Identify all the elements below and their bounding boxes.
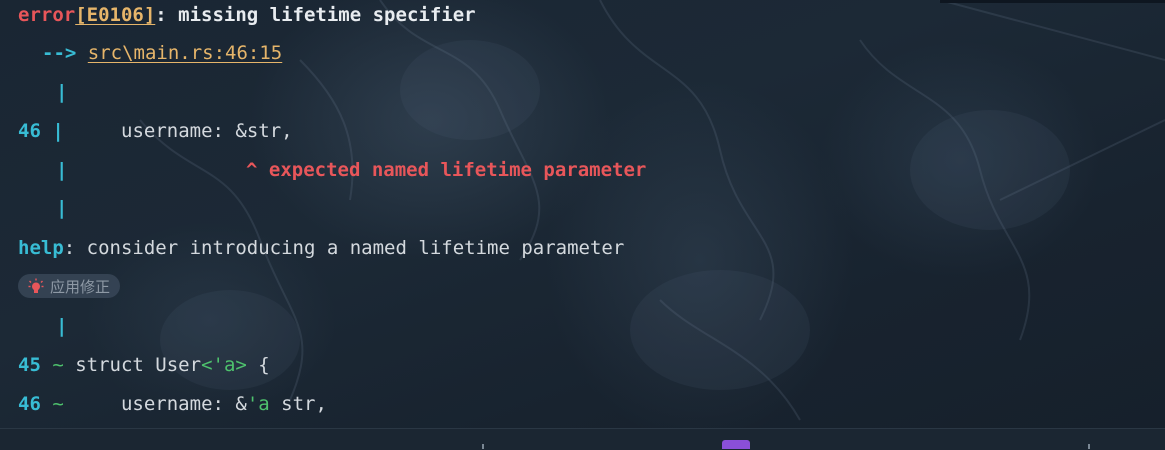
lightbulb-icon: [28, 278, 44, 294]
suggestion-marker: ~: [52, 354, 64, 376]
source-line-number: 46: [18, 120, 41, 142]
error-header: error[E0106]: missing lifetime specifier: [18, 2, 476, 28]
top-edge-shadow: [940, 0, 1165, 15]
pipe-glyph: |: [56, 197, 68, 219]
bottom-tick: [1088, 444, 1090, 449]
error-code-link[interactable]: [E0106]: [75, 4, 155, 26]
suggestion-code: {: [246, 354, 270, 376]
suggestion-highlight: <'a>: [201, 354, 247, 376]
pipe-glyph: |: [52, 120, 64, 142]
apply-fix-label: 应用修正: [50, 277, 111, 296]
pipe-glyph: |: [56, 159, 68, 181]
help-message: : consider introducing a named lifetime …: [63, 237, 625, 259]
pipe-glyph: |: [56, 81, 68, 103]
suggestion-marker: ~: [52, 393, 64, 415]
suggestion-line-number: 45: [18, 354, 41, 376]
bottom-tick: [482, 444, 484, 449]
gutter-pipe: |: [56, 313, 67, 339]
error-message: : missing lifetime specifier: [155, 4, 476, 26]
caret-line: |: [56, 157, 67, 183]
suggestion-code: str,: [269, 393, 327, 415]
help-label: help: [18, 237, 64, 259]
suggestion-code: username: &: [63, 393, 247, 415]
background-artwork: [0, 0, 1165, 449]
location-arrow: -->: [42, 42, 77, 64]
error-severity: error: [18, 4, 76, 26]
pipe-glyph: |: [56, 315, 68, 337]
gutter-pipe: |: [56, 195, 67, 221]
location-line: --> src\main.rs:46:15: [42, 40, 282, 66]
bottom-panel-edge: [0, 428, 1165, 450]
source-location-link[interactable]: src\main.rs:46:15: [88, 42, 282, 64]
source-line: 46 | username: &str,: [18, 118, 293, 144]
caret-message: ^ expected named lifetime parameter: [246, 159, 647, 181]
suggestion-line-number: 46: [18, 393, 41, 415]
apply-fix-button[interactable]: 应用修正: [18, 274, 121, 298]
caret-annotation: ^ expected named lifetime parameter: [246, 157, 646, 183]
help-line: help: consider introducing a named lifet…: [18, 235, 624, 261]
gutter-pipe: |: [56, 79, 67, 105]
purple-tab-indicator[interactable]: [722, 440, 750, 449]
source-code: username: &str,: [75, 120, 293, 142]
suggestion-line: 46 ~ username: &'a str,: [18, 391, 327, 417]
suggestion-line: 45 ~ struct User<'a> {: [18, 352, 270, 378]
suggestion-code: struct User: [63, 354, 202, 376]
suggestion-highlight: 'a: [246, 393, 270, 415]
